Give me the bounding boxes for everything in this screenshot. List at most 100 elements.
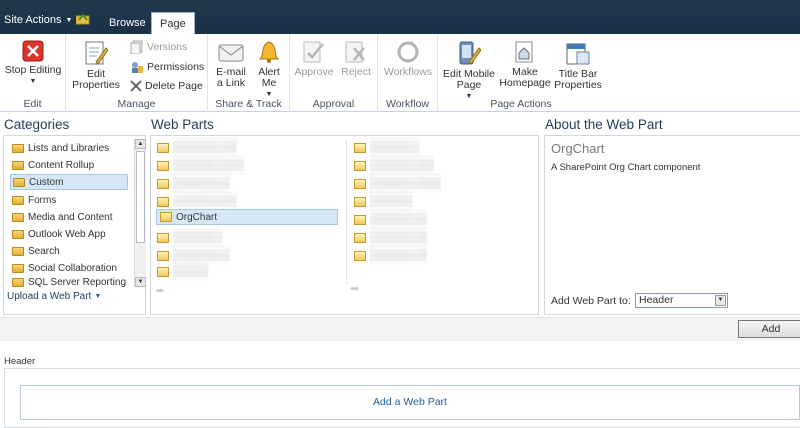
add-button[interactable]: Add xyxy=(738,320,800,338)
web-part-label: ▒▒▒▒▒▒▒▒▒▒ xyxy=(370,178,441,189)
versions-icon xyxy=(130,40,143,54)
web-part-item[interactable]: ▒▒▒▒▒▒ xyxy=(354,196,413,207)
web-part-item[interactable]: ▒▒▒▒▒▒▒ xyxy=(354,142,420,153)
edit-properties-button[interactable]: Edit Properties xyxy=(70,40,122,91)
category-item[interactable]: Search xyxy=(10,243,128,259)
title-bar-properties-button[interactable]: Title Bar Properties xyxy=(552,40,604,91)
web-part-icon xyxy=(157,142,169,153)
web-part-label: ▒▒▒▒▒▒▒▒ xyxy=(370,250,427,261)
category-item[interactable]: Outlook Web App xyxy=(10,226,128,242)
category-item[interactable]: Lists and Libraries xyxy=(10,140,128,156)
category-item[interactable]: Forms xyxy=(10,192,128,208)
web-part-item[interactable]: ▒▒▒▒▒▒▒▒▒ xyxy=(157,142,237,153)
edit-properties-label: Edit Properties xyxy=(72,68,120,91)
title-bar-icon xyxy=(566,43,590,65)
web-part-item[interactable]: ▒▒▒▒▒▒▒▒ xyxy=(354,214,427,225)
web-part-item[interactable]: ▒▒▒▒▒▒▒▒▒▒ xyxy=(157,160,244,171)
web-part-label: ▒▒▒▒▒ xyxy=(173,266,209,277)
web-part-item[interactable]: ▒▒▒▒▒ xyxy=(157,266,208,277)
category-label: SQL Server Reporting xyxy=(28,277,127,288)
versions-button[interactable]: Versions xyxy=(130,40,187,54)
web-part-item[interactable]: ▒▒▒▒▒▒▒▒▒ xyxy=(157,196,237,207)
web-part-label: ▒▒▒▒▒▒▒▒▒ xyxy=(173,142,237,153)
web-part-icon xyxy=(354,160,366,171)
approve-label: Approve xyxy=(294,66,334,78)
web-part-item[interactable]: ▒▒▒▒▒▒▒▒ xyxy=(354,232,427,243)
group-label-share-track: Share & Track xyxy=(215,98,282,110)
web-part-label: ▒▒▒▒▒▒▒▒▒ xyxy=(370,160,434,171)
folder-icon xyxy=(12,212,24,222)
scroll-up-icon[interactable]: ▲ xyxy=(135,139,146,149)
approve-button[interactable]: Approve xyxy=(294,40,334,78)
delete-page-label: Delete Page xyxy=(145,80,203,92)
delete-page-button[interactable]: Delete Page xyxy=(130,80,203,92)
web-part-label: ▒▒▒▒▒▒▒ xyxy=(370,142,420,153)
web-part-icon xyxy=(354,232,366,243)
group-manage: Edit Properties Versions Permissions Del… xyxy=(66,34,208,112)
edit-mobile-page-button[interactable]: Edit Mobile Page ▼ xyxy=(440,40,498,102)
web-part-item[interactable]: ▒▒▒▒▒▒▒▒ xyxy=(354,250,427,261)
web-part-icon xyxy=(354,178,366,189)
make-homepage-button[interactable]: Make Homepage xyxy=(499,40,551,89)
prev-page-icon[interactable]: ➨ xyxy=(156,284,165,297)
category-label: Lists and Libraries xyxy=(28,142,110,154)
mobile-page-icon xyxy=(459,41,481,65)
category-item[interactable]: SQL Server Reporting xyxy=(10,277,128,288)
reject-label: Reject xyxy=(341,66,371,78)
zone-select[interactable]: Header ▼ xyxy=(635,293,728,308)
category-label: Forms xyxy=(28,194,57,206)
web-part-label: ▒▒▒▒▒▒ xyxy=(370,196,413,207)
navigate-up-icon[interactable] xyxy=(76,13,90,25)
chevron-down-icon: ▼ xyxy=(94,293,102,300)
web-part-label: ▒▒▒▒▒▒▒ xyxy=(173,232,223,243)
tab-page[interactable]: Page xyxy=(151,12,195,34)
category-item[interactable]: Social Collaboration xyxy=(10,260,128,276)
folder-icon xyxy=(13,177,25,187)
category-item[interactable]: Media and Content xyxy=(10,209,128,225)
folder-icon xyxy=(12,160,24,170)
web-part-item[interactable]: ▒▒▒▒▒▒▒▒ xyxy=(157,250,230,261)
web-part-icon xyxy=(157,178,169,189)
category-label: Custom xyxy=(29,176,64,188)
workflows-button[interactable]: Workflows xyxy=(382,40,434,78)
edit-properties-icon xyxy=(85,41,108,65)
web-part-icon xyxy=(354,142,366,153)
scroll-down-icon[interactable]: ▼ xyxy=(135,277,146,287)
web-part-icon xyxy=(157,196,169,207)
approve-icon xyxy=(303,41,324,63)
alert-me-button[interactable]: Alert Me ▼ xyxy=(252,40,286,100)
alert-me-label: Alert Me xyxy=(258,66,280,89)
web-part-icon xyxy=(354,196,366,207)
web-part-item-selected[interactable]: OrgChart xyxy=(156,209,338,225)
web-part-item[interactable]: ▒▒▒▒▒▒▒▒▒▒ xyxy=(354,178,441,189)
web-part-label: ▒▒▒▒▒▒▒▒ xyxy=(370,214,427,225)
categories-scrollbar[interactable]: ▲ ▼ xyxy=(134,139,146,287)
permissions-button[interactable]: Permissions xyxy=(130,60,204,74)
web-part-icon xyxy=(160,212,172,222)
group-label-manage: Manage xyxy=(117,98,156,110)
group-label-workflow: Workflow xyxy=(386,98,429,110)
category-label: Social Collaboration xyxy=(28,262,117,274)
group-edit: Stop Editing ▼ Edit xyxy=(0,34,66,112)
next-page-icon[interactable]: ➡ xyxy=(350,282,359,295)
category-item-selected[interactable]: Custom xyxy=(10,174,128,190)
add-to-label: Add Web Part to: xyxy=(551,295,631,307)
upload-web-part-link[interactable]: Upload a Web Part ▼ xyxy=(7,291,101,302)
add-web-part-link[interactable]: Add a Web Part xyxy=(20,385,800,420)
group-share-track: E-mail a Link Alert Me ▼ Share & Track xyxy=(208,34,290,112)
category-item[interactable]: Content Rollup xyxy=(10,157,128,173)
web-part-item[interactable]: ▒▒▒▒▒▒▒▒▒ xyxy=(354,160,434,171)
reject-icon xyxy=(345,41,365,63)
web-part-item[interactable]: ▒▒▒▒▒▒▒▒ xyxy=(157,178,230,189)
reject-button[interactable]: Reject xyxy=(336,40,376,78)
chevron-down-icon: ▼ xyxy=(715,295,726,306)
scroll-thumb[interactable] xyxy=(136,151,145,243)
stop-editing-button[interactable]: Stop Editing ▼ xyxy=(3,40,63,87)
stop-editing-label: Stop Editing xyxy=(4,64,62,76)
web-part-icon xyxy=(354,214,366,225)
email-link-button[interactable]: E-mail a Link xyxy=(212,40,250,89)
site-actions-menu[interactable]: Site Actions ▼ xyxy=(4,14,72,26)
tab-browse[interactable]: Browse xyxy=(97,14,158,34)
permissions-label: Permissions xyxy=(147,61,205,73)
web-part-item[interactable]: ▒▒▒▒▒▒▒ xyxy=(157,232,223,243)
